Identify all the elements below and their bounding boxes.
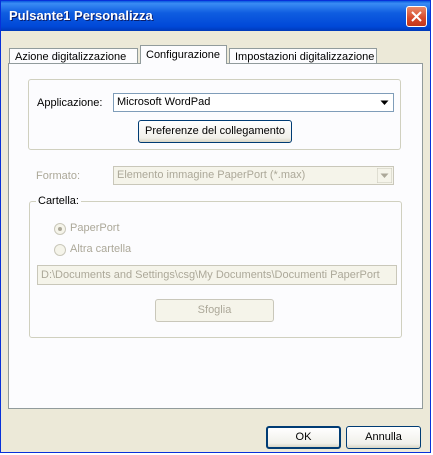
folder-label: Cartella: <box>36 195 81 207</box>
window-title: Pulsante1 Personalizza <box>9 8 153 23</box>
application-select[interactable]: Microsoft WordPad <box>113 93 394 112</box>
tab-label: Azione digitalizzazione <box>15 51 127 63</box>
application-value: Microsoft WordPad <box>117 96 211 108</box>
paperport-radio[interactable] <box>54 223 66 235</box>
format-label: Formato: <box>36 170 81 182</box>
browse-label: Sfoglia <box>197 304 232 316</box>
close-icon <box>411 11 422 22</box>
dropdown-arrow-icon[interactable] <box>377 95 392 110</box>
cancel-button[interactable]: Annulla <box>346 426 421 449</box>
dialog-window: Pulsante1 Personalizza Azione digitalizz… <box>0 0 431 453</box>
link-preferences-button[interactable]: Preferenze del collegamento <box>138 120 292 143</box>
ok-label: OK <box>295 431 312 443</box>
cancel-label: Annulla <box>365 431 402 443</box>
tab-azione-digitalizzazione[interactable]: Azione digitalizzazione <box>9 48 138 64</box>
paperport-option-label: PaperPort <box>70 222 120 234</box>
radio-dot <box>58 227 62 231</box>
configurazione-panel: Applicazione: Microsoft WordPad Preferen… <box>8 63 423 409</box>
tab-label: Configurazione <box>146 49 220 61</box>
format-value: Elemento immagine PaperPort (*.max) <box>117 169 306 181</box>
title-bar[interactable]: Pulsante1 Personalizza <box>1 1 430 31</box>
ok-button[interactable]: OK <box>266 426 341 449</box>
application-label: Applicazione: <box>37 97 103 109</box>
dropdown-arrow-icon[interactable] <box>377 168 392 183</box>
link-preferences-label: Preferenze del collegamento <box>144 125 286 137</box>
folder-path-field[interactable]: D:\Documents and Settings\csg\My Documen… <box>37 265 397 285</box>
tab-impostazioni-digitalizzazione[interactable]: Impostazioni digitalizzazione <box>229 48 377 64</box>
other-folder-radio[interactable] <box>54 244 66 256</box>
tab-label: Impostazioni digitalizzazione <box>235 51 375 63</box>
format-select[interactable]: Elemento immagine PaperPort (*.max) <box>113 166 394 185</box>
close-button[interactable] <box>406 6 427 27</box>
browse-button[interactable]: Sfoglia <box>155 299 274 322</box>
other-folder-option-label: Altra cartella <box>70 243 132 255</box>
tab-configurazione[interactable]: Configurazione <box>140 45 227 64</box>
folder-path-value: D:\Documents and Settings\csg\My Documen… <box>41 269 380 281</box>
